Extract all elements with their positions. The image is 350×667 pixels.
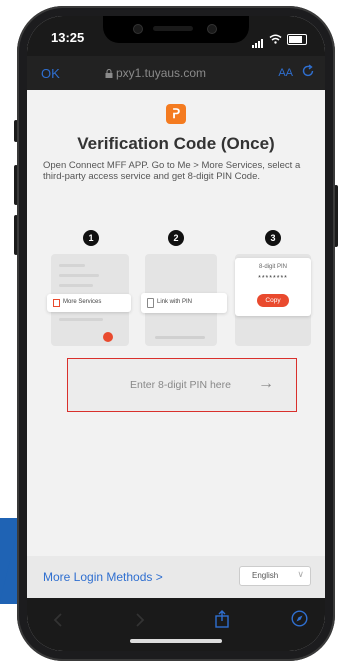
chevron-down-icon: ∨: [297, 569, 304, 579]
placeholder-line: [59, 284, 93, 287]
text-size-button[interactable]: AA: [278, 67, 293, 79]
pin-card: 8-digit PIN ******** Copy: [235, 258, 311, 316]
page-footer: More Login Methods > English ∨: [27, 556, 325, 598]
step-1-number: 1: [83, 230, 99, 246]
battery-icon: [287, 33, 307, 45]
share-icon[interactable]: [215, 610, 229, 633]
link-with-pin-tile: Link with PIN: [141, 293, 227, 313]
page-description: Open Connect MFF APP. Go to Me > More Se…: [43, 160, 301, 182]
copy-button-illustration: Copy: [257, 294, 289, 307]
back-icon[interactable]: [53, 612, 63, 633]
step-2-number: 2: [168, 230, 184, 246]
bookmark-icon: [53, 299, 60, 307]
language-select[interactable]: English ∨: [239, 566, 311, 586]
placeholder-line: [59, 318, 103, 321]
me-tab-icon: [103, 332, 113, 342]
placeholder-line: [59, 274, 99, 277]
language-selected: English: [252, 571, 279, 580]
status-icons: [252, 30, 307, 48]
pin-card-label: 8-digit PIN: [258, 264, 287, 270]
home-indicator: [130, 639, 222, 643]
browser-toolbar: [27, 598, 325, 651]
pin-card-value: ********: [258, 275, 288, 282]
url-field[interactable]: pxy1.tuyaus.com: [105, 66, 206, 80]
more-services-label: More Services: [63, 299, 102, 305]
page-content: ᕈ Verification Code (Once) Open Connect …: [27, 90, 325, 556]
notch: [103, 16, 249, 43]
steps-illustration: 1 More Services 2 Link with PIN 3 8-digi…: [27, 230, 325, 350]
notch-speaker: [153, 26, 193, 31]
more-login-methods-link[interactable]: More Login Methods >: [43, 570, 163, 584]
pin-input-placeholder: Enter 8-digit PIN here: [130, 379, 231, 391]
done-button[interactable]: OK: [41, 66, 60, 81]
placeholder-line: [155, 336, 205, 339]
phone-small-icon: [147, 298, 154, 308]
app-logo: ᕈ: [166, 104, 186, 124]
status-bar: 13:25: [27, 16, 325, 56]
reload-icon[interactable]: [301, 64, 315, 82]
link-with-pin-label: Link with PIN: [157, 299, 193, 305]
signal-icon: [252, 30, 264, 48]
pin-input[interactable]: Enter 8-digit PIN here →: [67, 358, 297, 412]
status-time: 13:25: [51, 30, 85, 45]
notch-sensor: [133, 24, 143, 34]
wifi-icon: [269, 34, 282, 44]
more-services-tile: More Services: [47, 294, 131, 312]
step-3-number: 3: [265, 230, 281, 246]
url-text: pxy1.tuyaus.com: [116, 66, 207, 80]
lock-icon: [105, 68, 113, 78]
notch-camera: [207, 24, 217, 34]
compass-icon[interactable]: [291, 610, 308, 632]
forward-icon[interactable]: [135, 612, 145, 633]
submit-arrow-icon[interactable]: →: [258, 375, 274, 393]
page-title: Verification Code (Once): [77, 134, 275, 153]
browser-address-bar: OK pxy1.tuyaus.com AA: [27, 56, 325, 90]
placeholder-line: [59, 264, 85, 267]
phone-screen: 13:25 OK pxy1.tuyaus.com AA ᕈ Verificati…: [27, 16, 325, 651]
